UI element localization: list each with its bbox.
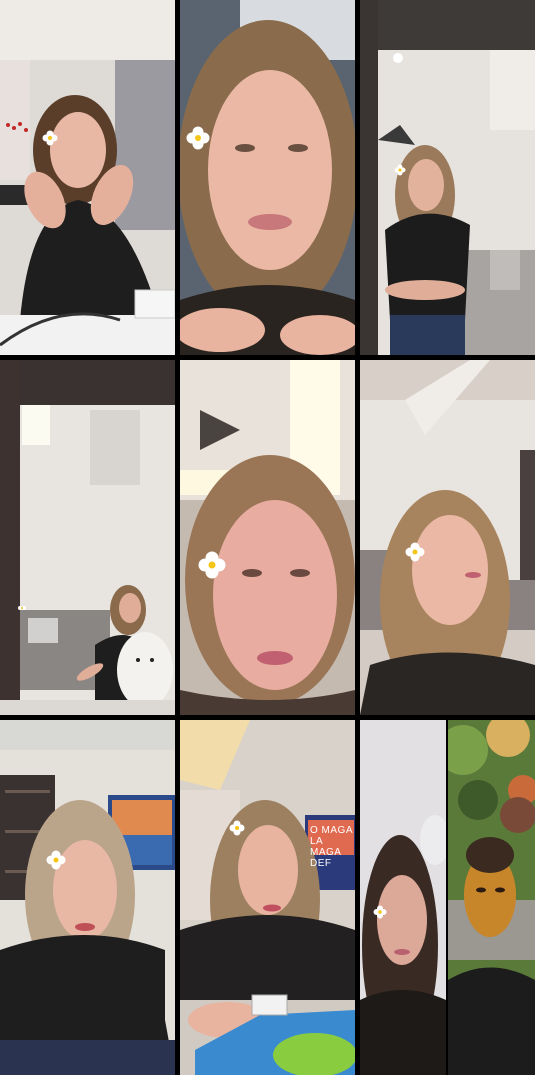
video-tile-6[interactable]: [360, 360, 535, 715]
video-feed-6: [360, 360, 535, 715]
video-feed-3: [360, 0, 535, 355]
video-feed-1: [0, 0, 175, 355]
video-feed-4: [0, 360, 175, 715]
video-tile-3[interactable]: [360, 0, 535, 355]
video-feed-2: [180, 0, 355, 355]
video-grid: O MAGA LA MAGA DEF: [0, 0, 535, 1075]
video-tile-5[interactable]: [180, 360, 355, 715]
video-tile-9a[interactable]: [360, 720, 446, 1075]
tv-screen-line1: O MAGA LA: [310, 825, 353, 847]
tv-screen-text: O MAGA LA MAGA DEF: [310, 825, 355, 869]
video-tile-4[interactable]: [0, 360, 175, 715]
video-tile-7[interactable]: [0, 720, 175, 1075]
video-tile-9b[interactable]: [448, 720, 535, 1075]
video-feed-9a: [360, 720, 446, 1075]
video-feed-5: [180, 360, 355, 715]
tv-screen-line2: MAGA DEF: [310, 847, 341, 869]
video-feed-7: [0, 720, 175, 1075]
video-tile-2[interactable]: [180, 0, 355, 355]
video-feed-9b: [448, 720, 535, 1075]
video-tile-8[interactable]: O MAGA LA MAGA DEF: [180, 720, 355, 1075]
video-feed-8: [180, 720, 355, 1075]
video-tile-1[interactable]: [0, 0, 175, 355]
